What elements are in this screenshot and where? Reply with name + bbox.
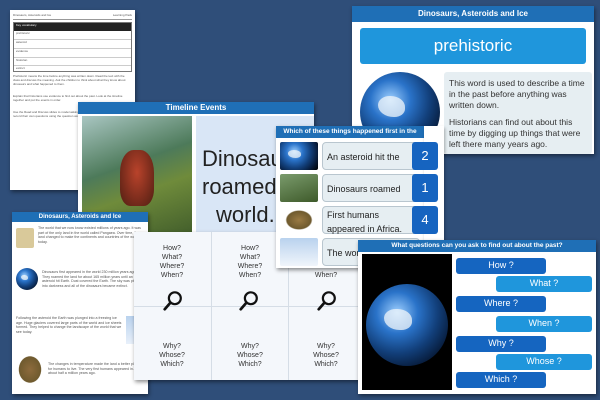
- order-number-badge[interactable]: 2: [412, 142, 438, 170]
- dinosaur-silhouette: [120, 150, 154, 206]
- magnifier-icon: [163, 291, 182, 311]
- order-number-badge[interactable]: 4: [412, 206, 438, 234]
- earth-image: [366, 284, 448, 366]
- question-words-bottom: Why? Whose? Which?: [237, 343, 263, 368]
- africa-thumbnail: [280, 206, 318, 234]
- question-word-when[interactable]: When ?: [496, 316, 592, 332]
- question-words-top: How? What? Where? When?: [237, 245, 263, 279]
- event-card[interactable]: An asteroid hit the Earth.: [322, 142, 420, 190]
- doc-header: Dinosaurs, Asteroids and Ice Learning Pa…: [13, 13, 132, 20]
- earth-asteroid-thumbnail: [280, 142, 318, 170]
- definition-text: This word is used to describe a time in …: [449, 78, 585, 110]
- ordering-title-bar: Which of these things happened first in …: [276, 126, 424, 147]
- question-word-how[interactable]: How ?: [456, 258, 546, 274]
- dinosaur-thumbnail: [280, 174, 318, 202]
- question-word-which[interactable]: Which ?: [456, 372, 546, 388]
- definition-box: This word is used to describe a time in …: [444, 72, 592, 154]
- earth-thumbnail: [16, 268, 38, 290]
- reading-title-bar: Dinosaurs, Asteroids and Ice: [12, 212, 148, 222]
- question-words-top: How? What? Where? When?: [159, 245, 185, 279]
- doc-row: historian: [14, 58, 131, 66]
- question-word-whose[interactable]: Whose ?: [496, 354, 592, 370]
- reading-paragraph: Dinosaurs first appeared in the world 23…: [42, 270, 144, 288]
- event-card[interactable]: Dinosaurs roamed the world.: [322, 174, 420, 222]
- reading-paragraph: The world that we now know existed milli…: [38, 226, 141, 244]
- definition-text-2: Historians can find out about this time …: [449, 117, 581, 149]
- doc-header-right: Learning Pack: [112, 13, 132, 17]
- question-word-where[interactable]: Where ?: [456, 296, 546, 312]
- event-line-3: world.: [216, 202, 275, 227]
- doc-paragraph: Prehistoric means the time before anythi…: [13, 74, 126, 86]
- questions-slide: What questions can you ask to find out a…: [358, 240, 596, 394]
- doc-paragraph: Explain that historians use evidence to …: [13, 94, 123, 102]
- timeline-title-bar: Timeline Events: [78, 102, 314, 114]
- question-words-bottom: Why? Whose? Which?: [159, 343, 185, 368]
- doc-row: asteroid: [14, 40, 131, 49]
- event-card[interactable]: First humans appeared in Africa.: [322, 206, 420, 234]
- vocab-word-box: prehistoric: [360, 28, 586, 64]
- magnifier-icon: [239, 291, 258, 311]
- question-word-why[interactable]: Why ?: [456, 336, 546, 352]
- africa-thumbnail: [16, 356, 44, 386]
- reading-paragraph: The changes in temperature made the land…: [48, 362, 143, 376]
- reading-slide: Dinosaurs, Asteroids and Ice The world t…: [12, 212, 148, 394]
- doc-row: extinct: [16, 66, 25, 70]
- magnifier-icon: [317, 291, 336, 311]
- space-image: [362, 254, 452, 390]
- question-word-what[interactable]: What ?: [496, 276, 592, 292]
- slide-title-bar: Dinosaurs, Asteroids and Ice: [352, 6, 594, 22]
- doc-header-left: Dinosaurs, Asteroids and Ice: [13, 13, 52, 17]
- questions-title-bar: What questions can you ask to find out a…: [358, 240, 596, 252]
- grid-col-divider: [211, 232, 212, 380]
- order-number-badge[interactable]: 1: [412, 174, 438, 202]
- doc-row: prehistoric: [14, 31, 131, 40]
- question-words-bottom: Why? Whose? Which?: [313, 343, 339, 368]
- pangaea-thumbnail: [16, 228, 34, 248]
- doc-row: Key vocabulary: [14, 23, 131, 31]
- ice-thumbnail: [280, 238, 318, 266]
- doc-row: evidence: [14, 49, 131, 58]
- reading-paragraph: Following the asteroid the Earth was plu…: [16, 316, 122, 334]
- doc-vocab-table: Key vocabulary prehistoric asteroid evid…: [13, 22, 132, 72]
